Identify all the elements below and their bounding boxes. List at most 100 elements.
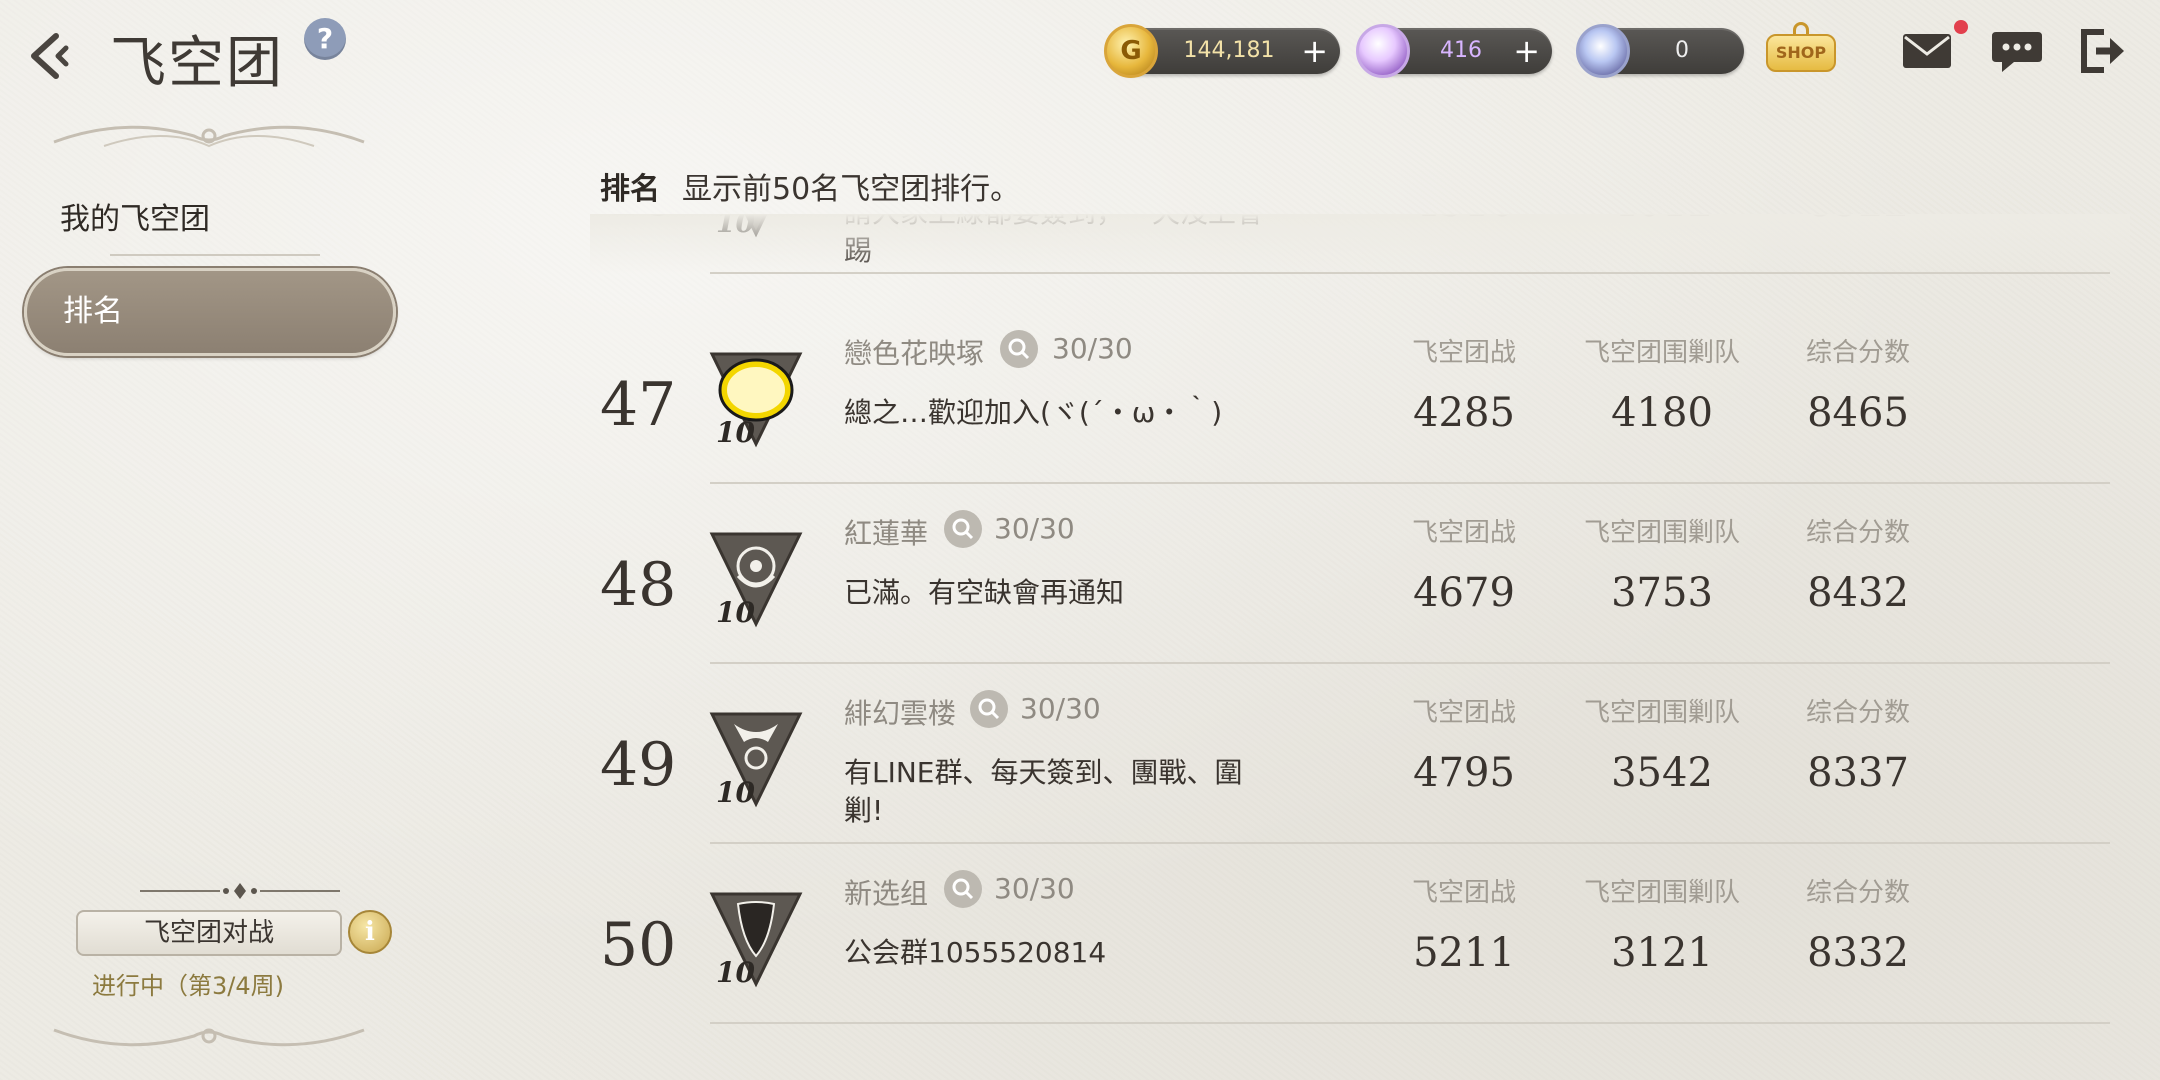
member-count: 30/30 — [1020, 692, 1101, 725]
guild-war-score: 4679 — [1413, 570, 1515, 616]
info-icon[interactable]: i — [348, 910, 392, 954]
sidebar-divider — [110, 254, 320, 256]
member-count: 30/30 — [994, 512, 1075, 545]
raid-score: 4180 — [1611, 390, 1713, 436]
crystal-icon — [1576, 24, 1630, 78]
notification-dot — [1954, 20, 1968, 34]
stat-label-raid: 飞空团围剿队 — [1583, 878, 1740, 908]
sidebar-top-ornament — [53, 125, 365, 148]
guild-war-score: 4285 — [1413, 390, 1515, 436]
svg-text:10: 10 — [716, 416, 755, 449]
stat-label-total: 综合分数 — [1805, 338, 1910, 368]
ranking-row[interactable]: 48 10 紅蓮華 30/30 已滿。有空缺會再通知 飞空团战 飞空团围剿队 综… — [590, 484, 2130, 664]
guild-emblem-icon: 10 — [709, 712, 803, 809]
search-icon[interactable] — [1000, 330, 1038, 368]
ranking-heading: 排名 — [600, 172, 660, 207]
guild-war-score: 4510 — [1374, 214, 1554, 226]
gem-currency: 416 + — [1356, 24, 1552, 78]
add-gem-button[interactable]: + — [1513, 28, 1540, 74]
rank-number: 47 — [600, 370, 677, 440]
svg-text:10: 10 — [716, 596, 755, 629]
stat-label-raid: 飞空团围剿队 — [1583, 698, 1740, 728]
raid-score: 3753 — [1611, 570, 1713, 616]
sidebar-item-label: 排名 — [63, 294, 123, 329]
row-divider — [710, 272, 2110, 274]
total-score: 8432 — [1807, 570, 1909, 616]
guild-description: 總之…歡迎加入(ヾ(´・ω・｀) — [844, 396, 1223, 429]
help-icon[interactable]: ? — [304, 18, 346, 60]
page-title: 飞空团 — [110, 31, 284, 96]
stat-label-guild-war: 飞空团战 — [1411, 338, 1516, 368]
rank-number: 48 — [600, 550, 677, 620]
total-score: 8522 — [1768, 214, 1948, 226]
mail-icon[interactable] — [1900, 26, 1954, 76]
rank-number: 46 — [600, 214, 720, 230]
stat-label-guild-war: 飞空团战 — [1411, 518, 1516, 548]
guild-name: 緋幻雲楼 — [844, 697, 957, 730]
back-button[interactable] — [22, 26, 82, 86]
stat-label-guild-war: 飞空团战 — [1411, 698, 1516, 728]
gem-icon — [1356, 24, 1410, 78]
svg-text:10: 10 — [716, 956, 755, 989]
ranking-header: 排名 显示前50名飞空团排行。 — [600, 164, 1020, 208]
search-icon[interactable] — [944, 510, 982, 548]
stat-label-total: 综合分数 — [1805, 698, 1910, 728]
search-icon[interactable] — [944, 870, 982, 908]
guild-name: 新选组 — [844, 877, 929, 910]
crystal-currency: 0 — [1576, 24, 1744, 78]
guild-emblem-icon: 10 — [716, 214, 768, 239]
guild-war-button[interactable]: 飞空团对战 — [76, 910, 342, 956]
ranking-list[interactable]: 46 10 請大家上線都要簽到，一天沒上會踢 4510 4012 8522 47… — [590, 214, 2130, 1080]
stat-label-total: 综合分数 — [1805, 878, 1910, 908]
guild-emblem-icon: 10 — [709, 892, 803, 989]
gem-amount: 416 — [1440, 38, 1482, 63]
exit-icon[interactable] — [2076, 26, 2130, 76]
guild-name: 紅蓮華 — [844, 517, 929, 550]
ranking-row[interactable]: 47 10 戀色花映塚 30/30 總之…歡迎加入(ヾ(´・ω・｀) 飞空团战 … — [590, 304, 2130, 484]
member-count: 30/30 — [1052, 332, 1133, 365]
total-score: 8337 — [1807, 750, 1909, 796]
guild-description: 請大家上線都要簽到，一天沒上會踢 — [844, 214, 1264, 267]
shop-button[interactable]: SHOP — [1766, 22, 1836, 78]
member-count: 30/30 — [994, 872, 1075, 905]
svg-text:10: 10 — [716, 776, 755, 809]
crystal-amount: 0 — [1675, 38, 1689, 63]
search-icon[interactable] — [970, 690, 1008, 728]
guild-emblem-icon: 10 — [709, 352, 803, 449]
stat-label-total: 综合分数 — [1805, 518, 1910, 548]
sidebar-item-my-guild[interactable]: 我的飞空团 — [60, 194, 210, 238]
ranking-description: 显示前50名飞空团排行。 — [682, 172, 1021, 207]
stat-label-raid: 飞空团围剿队 — [1583, 518, 1740, 548]
raid-score: 4012 — [1572, 214, 1752, 226]
ranking-row[interactable]: 46 10 請大家上線都要簽到，一天沒上會踢 4510 4012 8522 — [590, 214, 2130, 274]
rank-number: 49 — [600, 730, 677, 800]
guild-name: 戀色花映塚 — [844, 337, 985, 370]
raid-score: 3542 — [1611, 750, 1713, 796]
war-ornament — [140, 883, 340, 899]
stat-label-raid: 飞空团围剿队 — [1583, 338, 1740, 368]
gold-amount: 144,181 — [1183, 38, 1275, 63]
add-gold-button[interactable]: + — [1301, 28, 1328, 74]
guild-description: 已滿。有空缺會再通知 — [844, 576, 1125, 609]
ranking-row[interactable]: 50 10 新选组 30/30 公会群1055520814 飞空团战 飞空团围剿… — [590, 844, 2130, 1024]
guild-description: 有LINE群、每天簽到、團戰、圍剿! — [844, 756, 1243, 827]
total-score: 8465 — [1807, 390, 1909, 436]
gold-currency: G 144,181 + — [1104, 24, 1340, 78]
sidebar-item-ranking[interactable]: 排名 — [24, 268, 396, 356]
chat-icon[interactable] — [1990, 26, 2044, 76]
guild-war-score: 5211 — [1413, 930, 1515, 976]
sidebar-bottom-ornament — [53, 1028, 365, 1047]
guild-emblem-icon: 10 — [709, 532, 803, 629]
svg-text:10: 10 — [716, 214, 755, 239]
row-divider — [710, 1022, 2110, 1024]
guild-description: 公会群1055520814 — [844, 936, 1107, 969]
rank-number: 50 — [600, 910, 677, 980]
total-score: 8332 — [1807, 930, 1909, 976]
ranking-row[interactable]: 49 10 緋幻雲楼 30/30 有LINE群、每天簽到、團戰、圍剿! 飞空团战… — [590, 664, 2130, 844]
gold-coin-icon: G — [1104, 24, 1158, 78]
shop-label: SHOP — [1766, 34, 1836, 72]
stat-label-guild-war: 飞空团战 — [1411, 878, 1516, 908]
raid-score: 3121 — [1611, 930, 1713, 976]
guild-war-score: 4795 — [1413, 750, 1515, 796]
war-status: 进行中（第3/4周) — [92, 972, 284, 1000]
